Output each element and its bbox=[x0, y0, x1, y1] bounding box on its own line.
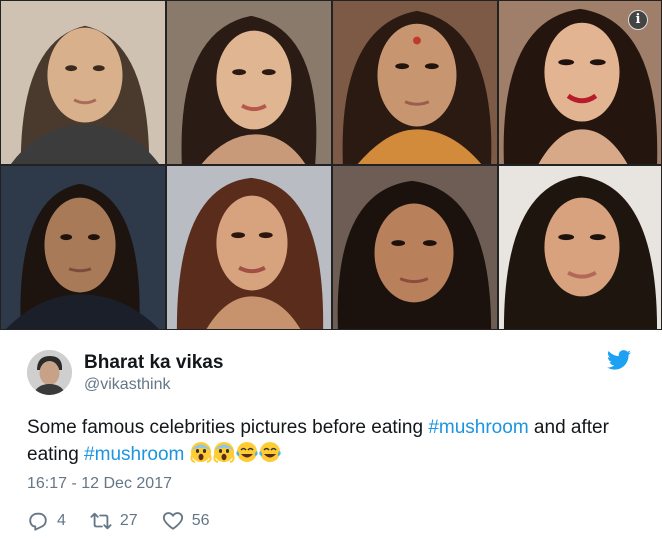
author-handle[interactable]: @vikasthink bbox=[84, 376, 171, 394]
reply-button[interactable]: 4 bbox=[27, 510, 66, 532]
face-screaming-in-fear-icon bbox=[190, 442, 212, 463]
heart-icon bbox=[162, 512, 183, 530]
tweet-timestamp[interactable]: 16:17 - 12 Dec 2017 bbox=[27, 475, 172, 493]
tweet-card: Bharat ka vikas @vikasthink Some famous … bbox=[0, 330, 662, 539]
like-count: 56 bbox=[191, 512, 210, 529]
retweet-button[interactable]: 27 bbox=[90, 510, 138, 532]
emoji-group bbox=[190, 442, 282, 465]
photo-deepika-before bbox=[332, 0, 498, 165]
hashtag-link-2[interactable]: #mushroom bbox=[84, 444, 184, 465]
face-screaming-in-fear-icon bbox=[213, 442, 235, 463]
hashtag-link-1[interactable]: #mushroom bbox=[428, 417, 528, 438]
like-button[interactable]: 56 bbox=[162, 510, 210, 532]
tweet-text-part1: Some famous celebrities pictures before … bbox=[27, 417, 429, 438]
photo-priyanka-before bbox=[332, 165, 498, 330]
photo-priyanka-after bbox=[498, 165, 662, 330]
photo-collage[interactable]: i bbox=[0, 0, 662, 330]
reply-icon bbox=[29, 512, 47, 531]
info-icon[interactable]: i bbox=[628, 10, 648, 30]
tweet-text: Some famous celebrities pictures before … bbox=[27, 414, 627, 468]
twitter-bird-icon[interactable] bbox=[607, 350, 631, 370]
photo-bipasha-after bbox=[166, 165, 332, 330]
retweet-count: 27 bbox=[119, 512, 138, 529]
photo-rani-after bbox=[166, 0, 332, 165]
reply-count: 4 bbox=[57, 512, 66, 529]
retweet-icon bbox=[90, 512, 112, 530]
face-with-tears-of-joy-icon bbox=[258, 442, 281, 462]
photo-rani-before bbox=[0, 0, 166, 165]
photo-bipasha-before bbox=[0, 165, 166, 330]
face-with-tears-of-joy-icon bbox=[235, 442, 258, 462]
author-name[interactable]: Bharat ka vikas bbox=[84, 352, 223, 374]
avatar[interactable] bbox=[27, 350, 72, 395]
tweet-actions: 4 27 56 bbox=[27, 510, 234, 532]
